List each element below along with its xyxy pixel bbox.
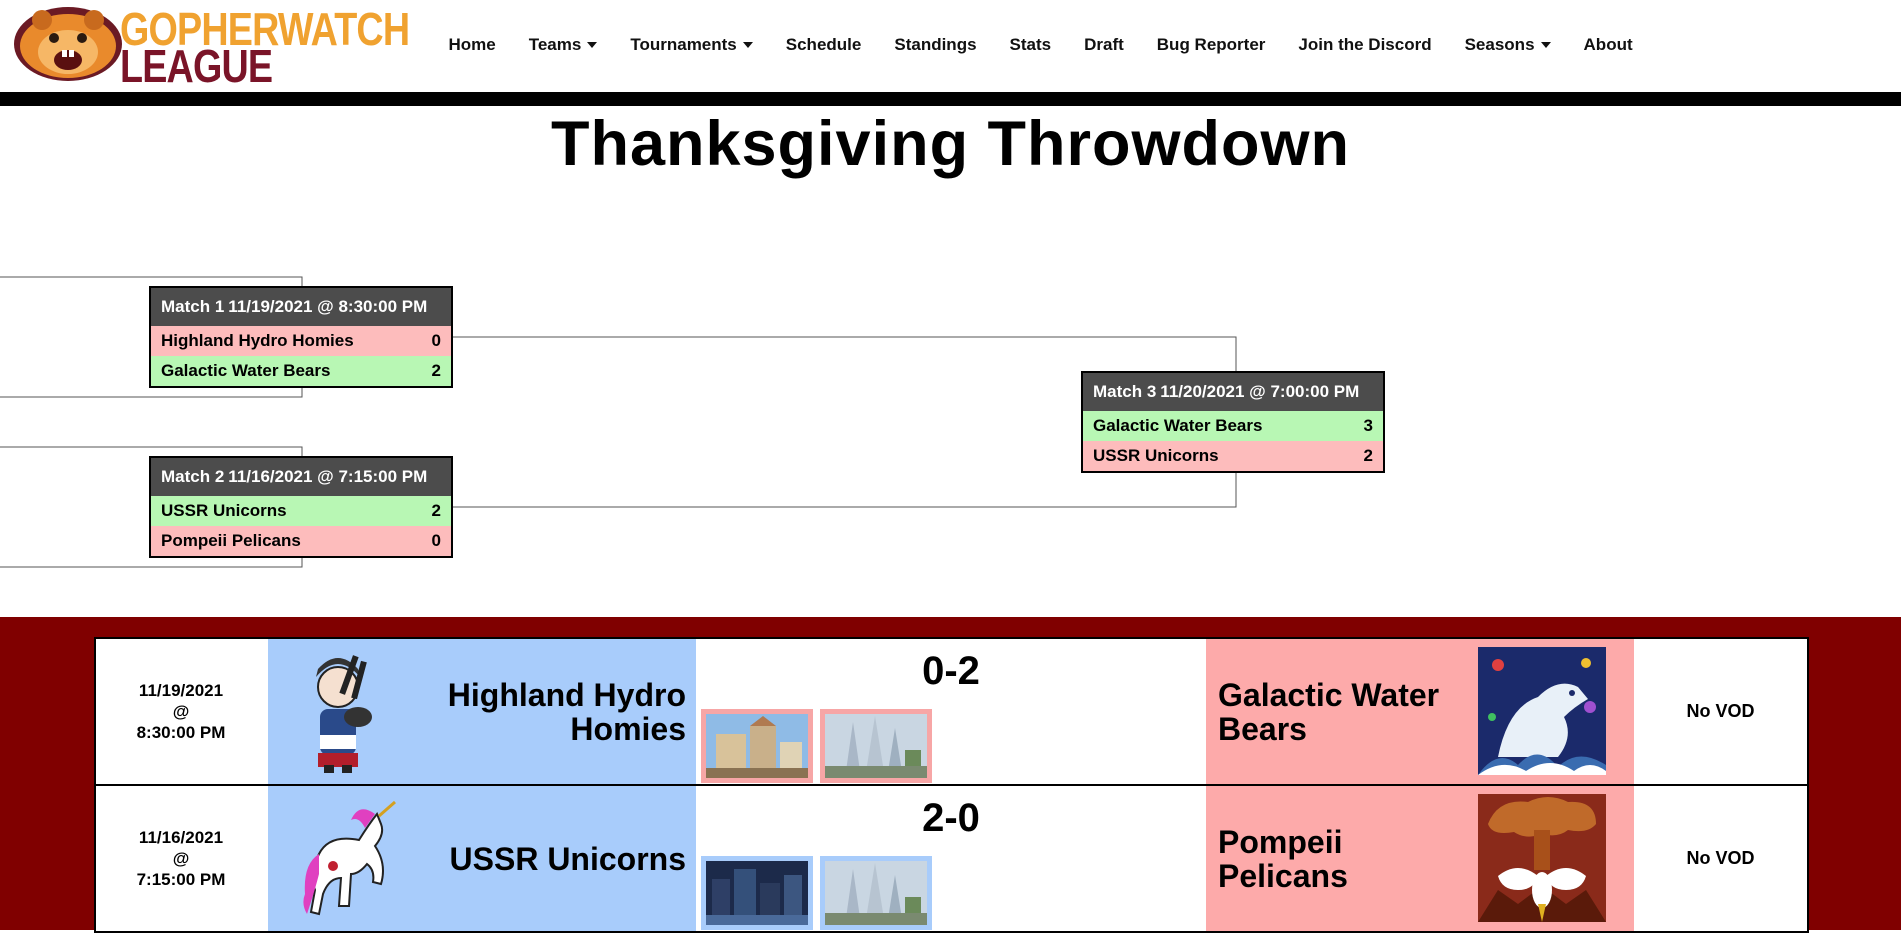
site-logo[interactable]: GOPHERWATCH LEAGUE xyxy=(12,4,412,89)
nav-stats-label: Stats xyxy=(1009,35,1052,54)
map-list xyxy=(701,856,932,930)
nav-tournaments[interactable]: Tournaments xyxy=(614,34,769,56)
schedule-table: 11/19/2021 @ 8:30:00 PM Highland Hydro H… xyxy=(94,637,1809,933)
bracket-match-3[interactable]: Match 3 11/20/2021 @ 7:00:00 PM Galactic … xyxy=(1081,371,1385,473)
gopher-badge-icon xyxy=(14,7,122,81)
caret-down-icon xyxy=(587,42,598,48)
match-at: @ xyxy=(172,702,190,721)
nav-teams-label: Teams xyxy=(528,35,582,54)
nav-schedule[interactable]: Schedule xyxy=(769,34,878,56)
team-score: 2 xyxy=(1363,446,1373,465)
match-datetime: 11/16/2021 @ 7:15:00 PM xyxy=(228,467,428,486)
water-bear-team-logo-icon xyxy=(1478,647,1606,775)
match-datetime: 11/20/2021 @ 7:00:00 PM xyxy=(1160,382,1360,401)
team-score: 3 xyxy=(1363,416,1373,435)
match-time: 7:15:00 PM xyxy=(136,870,226,889)
match-header: Match 1 11/19/2021 @ 8:30:00 PM xyxy=(151,288,451,326)
map-thumbnail-icon[interactable] xyxy=(701,709,813,783)
match-team-row: Pompeii Pelicans 0 xyxy=(151,526,451,556)
home-team-cell[interactable]: USSR Unicorns xyxy=(268,786,696,931)
away-team-cell[interactable]: Galactic Water Bears xyxy=(1206,639,1634,784)
schedule-row[interactable]: 11/16/2021 @ 7:15:00 PM USSR Unicorns 2-… xyxy=(96,786,1807,931)
score-cell: 0-2 xyxy=(696,639,1206,784)
bagpiper-team-logo-icon xyxy=(316,655,372,773)
unicorn-team-logo-icon xyxy=(303,800,396,916)
nav-about-label: About xyxy=(1583,35,1633,54)
match-team-row: Galactic Water Bears 3 xyxy=(1083,411,1383,441)
bracket-match-1[interactable]: Match 1 11/19/2021 @ 8:30:00 PM Highland … xyxy=(149,286,453,388)
match-date-cell: 11/19/2021 @ 8:30:00 PM xyxy=(96,639,266,784)
vod-status: No VOD xyxy=(1686,701,1755,721)
match-datetime: 11/19/2021 @ 8:30:00 PM xyxy=(228,297,428,316)
pelican-team-logo-icon xyxy=(1478,794,1606,922)
match-team-row: USSR Unicorns 2 xyxy=(151,496,451,526)
nav-teams[interactable]: Teams xyxy=(512,34,614,56)
nav-standings[interactable]: Standings xyxy=(878,34,993,56)
team-score: 2 xyxy=(431,501,441,520)
series-score: 2-0 xyxy=(922,796,980,840)
nav-join-discord[interactable]: Join the Discord xyxy=(1282,34,1448,56)
nav-about[interactable]: About xyxy=(1567,34,1649,56)
team-score: 0 xyxy=(431,531,441,550)
vod-status: No VOD xyxy=(1686,848,1755,868)
match-team-row: Galactic Water Bears 2 xyxy=(151,356,451,386)
nav-seasons-label: Seasons xyxy=(1464,35,1535,54)
team-name: USSR Unicorns xyxy=(161,501,287,520)
score-cell: 2-0 xyxy=(696,786,1206,931)
nav-seasons[interactable]: Seasons xyxy=(1448,34,1567,56)
nav-bug-reporter[interactable]: Bug Reporter xyxy=(1140,34,1282,56)
nav-draft-label: Draft xyxy=(1084,35,1124,54)
match-header: Match 3 11/20/2021 @ 7:00:00 PM xyxy=(1083,373,1383,411)
page-title: Thanksgiving Throwdown xyxy=(551,109,1350,179)
map-list xyxy=(701,709,932,783)
map-thumbnail-icon[interactable] xyxy=(820,709,932,783)
vod-cell: No VOD xyxy=(1634,639,1807,784)
match-label: Match 3 xyxy=(1093,382,1157,401)
nav-standings-label: Standings xyxy=(894,35,977,54)
nav-join-discord-label: Join the Discord xyxy=(1298,35,1432,54)
navbar-divider xyxy=(0,92,1901,106)
team-name: Galactic Water Bears xyxy=(1093,416,1263,435)
team-name: Galactic Water Bears xyxy=(161,361,331,380)
match-team-row: Highland Hydro Homies 0 xyxy=(151,326,451,356)
series-score: 0-2 xyxy=(922,649,980,693)
home-team-name: Highland Hydro Homies xyxy=(447,676,686,747)
caret-down-icon xyxy=(1540,42,1551,48)
nav-bug-reporter-label: Bug Reporter xyxy=(1156,35,1266,54)
team-score: 2 xyxy=(431,361,441,380)
nav-tournaments-label: Tournaments xyxy=(630,35,737,54)
logo-wordmark-bottom: LEAGUE xyxy=(120,40,273,92)
bracket-match-2[interactable]: Match 2 11/16/2021 @ 7:15:00 PM USSR Unic… xyxy=(149,456,453,558)
match-time: 8:30:00 PM xyxy=(136,723,226,742)
caret-down-icon xyxy=(742,42,753,48)
away-team-cell[interactable]: Pompeii Pelicans xyxy=(1206,786,1634,931)
match-header: Match 2 11/16/2021 @ 7:15:00 PM xyxy=(151,458,451,496)
map-thumbnail-icon[interactable] xyxy=(701,856,813,930)
match-at: @ xyxy=(172,849,190,868)
team-score: 0 xyxy=(431,331,441,350)
match-team-row: USSR Unicorns 2 xyxy=(1083,441,1383,471)
match-label: Match 2 xyxy=(161,467,225,486)
nav-draft[interactable]: Draft xyxy=(1068,34,1141,56)
map-thumbnail-icon[interactable] xyxy=(820,856,932,930)
away-team-name: Galactic Water Bears xyxy=(1218,676,1440,747)
match-date: 11/19/2021 xyxy=(138,681,224,700)
schedule-row[interactable]: 11/19/2021 @ 8:30:00 PM Highland Hydro H… xyxy=(96,639,1807,786)
nav-stats[interactable]: Stats xyxy=(993,34,1068,56)
match-label: Match 1 xyxy=(161,297,225,316)
vod-cell: No VOD xyxy=(1634,786,1807,931)
team-name: Pompeii Pelicans xyxy=(161,531,301,550)
top-navbar: GOPHERWATCH LEAGUE Home Teams Tournament… xyxy=(0,0,1901,106)
main-nav: Home Teams Tournaments Schedule Standing… xyxy=(432,34,1649,56)
nav-home-label: Home xyxy=(448,35,496,54)
away-team-name: Pompeii Pelicans xyxy=(1218,823,1348,894)
match-date: 11/16/2021 xyxy=(138,828,224,847)
home-team-cell[interactable]: Highland Hydro Homies xyxy=(268,639,696,784)
match-date-cell: 11/16/2021 @ 7:15:00 PM xyxy=(96,786,266,931)
nav-schedule-label: Schedule xyxy=(785,35,862,54)
team-name: USSR Unicorns xyxy=(1093,446,1219,465)
team-name: Highland Hydro Homies xyxy=(161,331,354,350)
nav-home[interactable]: Home xyxy=(432,34,512,56)
home-team-name: USSR Unicorns xyxy=(449,840,686,877)
